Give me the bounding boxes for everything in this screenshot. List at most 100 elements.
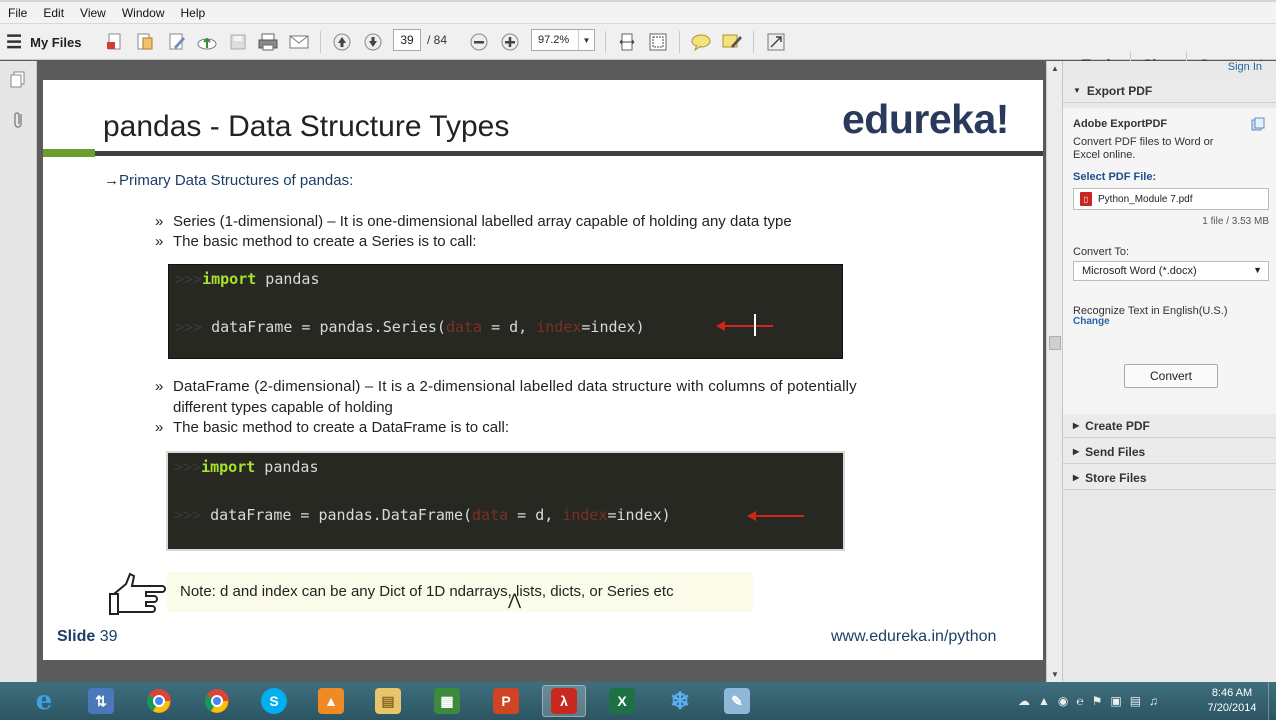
cloud-tray-icon[interactable]: ☁ bbox=[1018, 694, 1030, 708]
convert-button[interactable]: Convert bbox=[1124, 364, 1218, 388]
toolbar-divider bbox=[320, 31, 321, 53]
chevron-down-icon[interactable]: ▼ bbox=[578, 30, 594, 50]
previous-page-icon[interactable] bbox=[329, 30, 355, 54]
expand-tray-icon[interactable]: ▲ bbox=[1038, 694, 1050, 708]
hamburger-icon: ☰ bbox=[6, 31, 23, 52]
page-total: / 84 bbox=[427, 33, 448, 47]
save-icon[interactable] bbox=[225, 30, 251, 54]
comment-icon[interactable] bbox=[688, 30, 714, 54]
store-files-header[interactable]: ▶ Store Files bbox=[1063, 466, 1276, 490]
clock-date: 7/20/2014 bbox=[1207, 702, 1257, 714]
page-number-input[interactable]: 39 bbox=[393, 29, 421, 51]
menu-help[interactable]: Help bbox=[181, 6, 206, 20]
chrome-icon[interactable] bbox=[195, 685, 239, 717]
fit-page-icon[interactable] bbox=[614, 30, 640, 54]
chrome-icon[interactable] bbox=[137, 685, 181, 717]
send-files-header[interactable]: ▶ Send Files bbox=[1063, 440, 1276, 464]
email-icon[interactable] bbox=[286, 30, 312, 54]
bluetooth-tray-icon[interactable]: ℮ bbox=[1076, 694, 1083, 708]
taskbar-clock[interactable]: 8:46 AM 7/20/2014 bbox=[1200, 686, 1264, 716]
flag-tray-icon[interactable]: ⚑ bbox=[1092, 694, 1103, 708]
scroll-up-icon[interactable]: ▲ bbox=[1047, 61, 1063, 75]
full-screen-icon[interactable] bbox=[763, 30, 789, 54]
vertical-scrollbar[interactable]: ▲ ▼ bbox=[1046, 61, 1062, 682]
my-files-label: My Files bbox=[30, 34, 82, 50]
upload-cloud-icon[interactable] bbox=[194, 30, 220, 54]
system-tray: ☁ ▲ ◉ ℮ ⚑ ▣ ▤ ♫ bbox=[1018, 682, 1166, 720]
next-page-icon[interactable] bbox=[360, 30, 386, 54]
menu-file[interactable]: File bbox=[8, 6, 27, 20]
display-tray-icon[interactable]: ▣ bbox=[1110, 694, 1121, 708]
edureka-logo: edureka! bbox=[842, 96, 1009, 142]
export-pdf-header[interactable]: ▼ Export PDF bbox=[1063, 79, 1276, 103]
sign-in-link[interactable]: Sign In bbox=[1228, 61, 1262, 73]
antivirus-tray-icon[interactable]: ◉ bbox=[1058, 694, 1068, 708]
network-app-icon[interactable]: ⇅ bbox=[79, 685, 123, 717]
vlc-icon[interactable]: ▲ bbox=[309, 685, 353, 717]
arrow-left-icon bbox=[716, 321, 725, 331]
my-files-button[interactable]: ☰ My Files bbox=[6, 30, 81, 54]
bullet-text: The basic method to create a DataFrame i… bbox=[173, 419, 509, 436]
arrow-line bbox=[756, 515, 804, 517]
tools-pane: Sign In ▼ Export PDF Adobe ExportPDF Con… bbox=[1062, 61, 1276, 682]
code-block-dataframe: >>>import pandas >>> dataFrame = pandas.… bbox=[166, 451, 845, 551]
combine-files-icon[interactable] bbox=[132, 30, 158, 54]
edit-pdf-icon[interactable] bbox=[164, 30, 190, 54]
text-cursor bbox=[754, 314, 756, 336]
clock-time: 8:46 AM bbox=[1211, 687, 1253, 699]
change-link[interactable]: Change bbox=[1073, 316, 1110, 327]
note-text: Note: d and index can be any Dict of 1D … bbox=[180, 583, 674, 600]
chevron-right-icon: ▶ bbox=[1073, 421, 1080, 430]
pointing-hand-icon bbox=[108, 572, 168, 616]
page-thumbnails-icon[interactable] bbox=[8, 69, 28, 91]
snowflake-app-icon[interactable]: ❄ bbox=[658, 685, 702, 717]
chevron-down-icon: ▼ bbox=[1073, 86, 1081, 95]
export-info-icon[interactable] bbox=[1251, 117, 1265, 131]
toolbar: ☰ My Files bbox=[0, 24, 1276, 78]
mouse-cursor-icon: ⋀ bbox=[508, 592, 522, 609]
zoom-out-icon[interactable] bbox=[466, 30, 492, 54]
excel-icon[interactable]: X bbox=[600, 685, 644, 717]
title-accent-bar bbox=[43, 149, 95, 157]
slide-title: pandas - Data Structure Types bbox=[103, 110, 510, 143]
toolbar-divider bbox=[605, 31, 606, 53]
footer-url: www.edureka.in/python bbox=[831, 628, 997, 645]
chevron-right-icon: ▶ bbox=[1073, 473, 1080, 482]
pdf-file-field[interactable]: ▯ Python_Module 7.pdf bbox=[1073, 188, 1269, 210]
show-desktop-button[interactable] bbox=[1268, 682, 1276, 720]
primary-heading: →Primary Data Structures of pandas: bbox=[104, 172, 353, 189]
slide-number: Slide 39 bbox=[57, 628, 118, 645]
fit-width-icon[interactable] bbox=[645, 30, 671, 54]
arrow-left-icon bbox=[747, 511, 756, 521]
internet-explorer-icon[interactable]: e bbox=[22, 685, 66, 717]
bullet-series: » Series (1-dimensional) – It is one-dim… bbox=[155, 213, 792, 230]
scrollbar-thumb[interactable] bbox=[1049, 336, 1061, 350]
title-underline bbox=[95, 151, 1043, 156]
bullet-text: Series (1-dimensional) – It is one-dimen… bbox=[173, 213, 792, 230]
zoom-in-icon[interactable] bbox=[497, 30, 523, 54]
highlight-icon[interactable] bbox=[719, 30, 745, 54]
network-tray-icon[interactable]: ▤ bbox=[1130, 694, 1141, 708]
adobe-reader-icon[interactable]: λ bbox=[542, 685, 586, 717]
print-icon[interactable] bbox=[255, 30, 281, 54]
bullet-dataframe: » DataFrame (2-dimensional) – It is a 2-… bbox=[155, 378, 857, 395]
scroll-down-icon[interactable]: ▼ bbox=[1047, 667, 1063, 681]
paint-icon[interactable]: ✎ bbox=[715, 685, 759, 717]
skype-icon[interactable]: S bbox=[252, 685, 296, 717]
menu-view[interactable]: View bbox=[80, 6, 106, 20]
code-line: >>> dataFrame = pandas.DataFrame(data = … bbox=[174, 506, 671, 524]
powerpoint-icon[interactable]: P bbox=[484, 685, 528, 717]
create-pdf-icon[interactable] bbox=[102, 30, 128, 54]
convert-to-select[interactable]: Microsoft Word (*.docx) ▼ bbox=[1073, 261, 1269, 281]
file-explorer-icon[interactable]: ▤ bbox=[366, 685, 410, 717]
project-app-icon[interactable]: ▦ bbox=[425, 685, 469, 717]
menu-edit[interactable]: Edit bbox=[43, 6, 64, 20]
attachments-icon[interactable] bbox=[8, 109, 28, 131]
menu-window[interactable]: Window bbox=[122, 6, 165, 20]
zoom-select[interactable]: 97.2% ▼ bbox=[531, 29, 595, 51]
arrow-right-icon: → bbox=[104, 172, 119, 189]
code-line: >>>import pandas bbox=[175, 270, 320, 288]
toolbar-divider bbox=[679, 31, 680, 53]
create-pdf-header[interactable]: ▶ Create PDF bbox=[1063, 414, 1276, 438]
volume-tray-icon[interactable]: ♫ bbox=[1149, 694, 1158, 708]
